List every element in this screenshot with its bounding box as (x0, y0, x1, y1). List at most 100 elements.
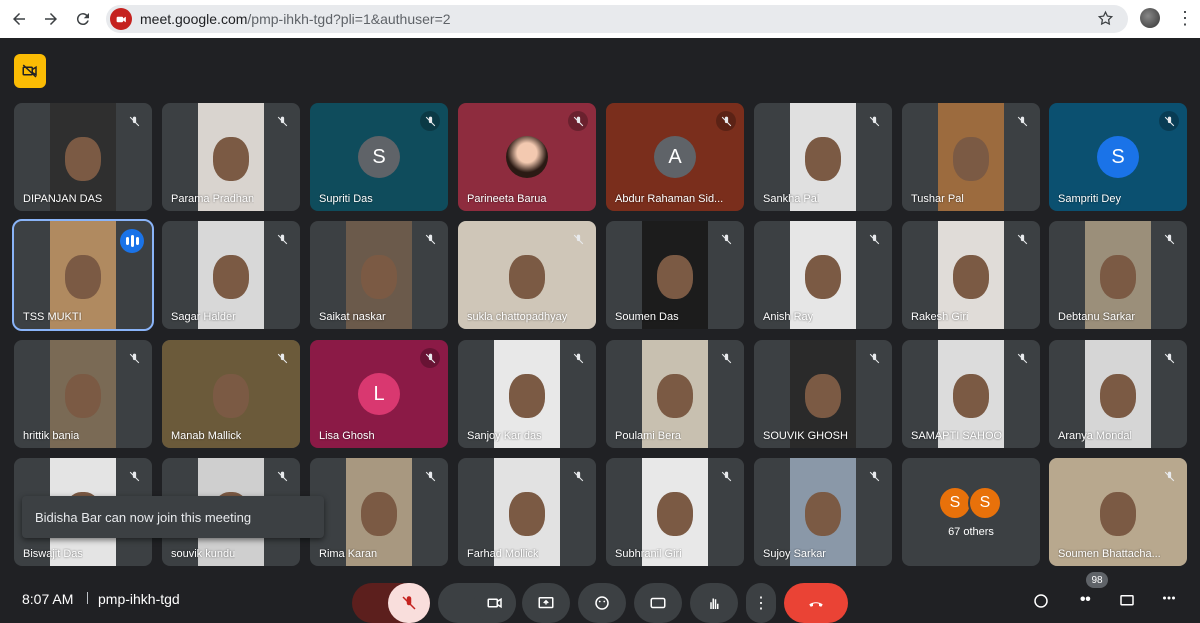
site-info-icon[interactable] (110, 8, 132, 30)
others-tile[interactable]: S S 67 others (902, 458, 1040, 566)
participant-avatar: L (358, 373, 400, 415)
participant-face (953, 374, 989, 418)
forward-icon[interactable] (36, 4, 66, 34)
address-bar[interactable]: meet.google.com/pmp-ihkh-tgd?pli=1&authu… (106, 5, 1128, 33)
participant-tile[interactable]: hrittik bania (14, 340, 152, 448)
participant-tile[interactable]: Soumen Bhattacha... (1049, 458, 1187, 566)
participant-face (805, 255, 841, 299)
browser-menu-icon[interactable]: ⋮ (1176, 8, 1194, 28)
mic-muted-icon (1159, 229, 1179, 249)
mic-muted-icon (272, 111, 292, 131)
mic-muted-icon (420, 229, 440, 249)
end-call-button[interactable] (784, 583, 848, 623)
participant-name: Saikat naskar (319, 311, 386, 323)
participant-face (213, 137, 249, 181)
participant-tile[interactable]: Manab Mallick (162, 340, 300, 448)
participant-name: TSS MUKTI (23, 311, 82, 323)
participant-face (805, 374, 841, 418)
reactions-button[interactable] (578, 583, 626, 623)
mic-muted-icon (864, 348, 884, 368)
browser-toolbar: meet.google.com/pmp-ihkh-tgd?pli=1&authu… (0, 0, 1200, 38)
mic-muted-icon (1159, 111, 1179, 131)
participant-name: Soumen Das (615, 311, 679, 323)
participant-tile[interactable]: Parama Pradhan (162, 103, 300, 211)
participant-face (361, 255, 397, 299)
info-icon[interactable] (1032, 592, 1050, 615)
others-avatar: S (968, 486, 1002, 520)
participant-tile[interactable]: Rakesh Giri (902, 221, 1040, 329)
participant-tile[interactable]: DIPANJAN DAS (14, 103, 152, 211)
mic-off-icon[interactable] (388, 583, 430, 623)
participant-face (1100, 255, 1136, 299)
participant-face (361, 492, 397, 536)
participant-tile[interactable]: Subhranil Giri (606, 458, 744, 566)
mic-muted-icon (864, 466, 884, 486)
camera-off-indicator-icon[interactable] (14, 54, 46, 88)
mic-control-group[interactable] (352, 583, 430, 623)
participant-tile[interactable]: S Sampriti Dey (1049, 103, 1187, 211)
participant-name: Sanjoy Kar das (467, 430, 542, 442)
mic-muted-icon (124, 348, 144, 368)
participant-name: Farhad Mollick (467, 548, 539, 560)
meeting-code: pmp-ihkh-tgd (98, 591, 180, 607)
raise-hand-button[interactable] (690, 583, 738, 623)
back-icon[interactable] (4, 4, 34, 34)
camera-icon[interactable] (474, 583, 516, 623)
more-options-button[interactable]: ⋮ (746, 583, 776, 623)
participant-tile[interactable]: Rima Karan (310, 458, 448, 566)
participant-name: sukla chattopadhyay (467, 311, 568, 323)
participant-tile[interactable]: Sujoy Sarkar (754, 458, 892, 566)
mic-muted-icon (272, 466, 292, 486)
activities-icon[interactable] (1160, 592, 1178, 615)
others-count-label: 67 others (948, 526, 994, 538)
participant-tile[interactable]: Sagar Halder (162, 221, 300, 329)
meet-stage: DIPANJAN DAS Parama Pradhan S Supriti Das Pa… (0, 38, 1200, 623)
participant-name: Sankha Pal (763, 193, 820, 205)
participant-face (509, 374, 545, 418)
mic-muted-icon (124, 466, 144, 486)
participant-tile[interactable]: Parineeta Barua (458, 103, 596, 211)
participant-tile[interactable]: Debtanu Sarkar (1049, 221, 1187, 329)
participant-tile[interactable]: S Supriti Das (310, 103, 448, 211)
speaking-indicator-icon (120, 229, 144, 253)
profile-avatar[interactable] (1140, 8, 1160, 28)
mic-muted-icon (716, 229, 736, 249)
participant-tile[interactable]: Farhad Mollick (458, 458, 596, 566)
participant-tile[interactable]: SOUVIK GHOSH (754, 340, 892, 448)
participant-tile[interactable]: SAMAPTI SAHOO (902, 340, 1040, 448)
participant-name: Abdur Rahaman Sid... (615, 193, 724, 205)
participant-face (65, 374, 101, 418)
participant-tile[interactable]: Saikat naskar (310, 221, 448, 329)
participant-avatar: A (654, 136, 696, 178)
participant-tile[interactable]: TSS MUKTI (12, 219, 154, 331)
participant-tile[interactable]: Sanjoy Kar das (458, 340, 596, 448)
chat-icon[interactable] (1118, 592, 1136, 615)
people-icon[interactable] (1076, 592, 1094, 615)
mic-muted-icon (1012, 111, 1032, 131)
participant-tile[interactable]: Soumen Das (606, 221, 744, 329)
participant-tile[interactable]: sukla chattopadhyay (458, 221, 596, 329)
reload-icon[interactable] (68, 4, 98, 34)
mic-muted-icon (568, 111, 588, 131)
participant-face (805, 492, 841, 536)
participant-tile[interactable]: A Abdur Rahaman Sid... (606, 103, 744, 211)
participant-tile[interactable]: L Lisa Ghosh (310, 340, 448, 448)
participant-tile[interactable]: Aranya Mondal (1049, 340, 1187, 448)
participant-tile[interactable]: Sankha Pal (754, 103, 892, 211)
participant-name: Aranya Mondal (1058, 430, 1132, 442)
mic-muted-icon (124, 111, 144, 131)
participant-name: Sampriti Dey (1058, 193, 1121, 205)
toast-notification: Bidisha Bar can now join this meeting (22, 496, 324, 538)
present-screen-button[interactable] (522, 583, 570, 623)
camera-control-group[interactable] (438, 583, 516, 623)
captions-button[interactable] (634, 583, 682, 623)
participant-name: DIPANJAN DAS (23, 193, 103, 205)
bookmark-star-icon[interactable] (1097, 10, 1114, 32)
mic-muted-icon (420, 111, 440, 131)
participant-tile[interactable]: Poulami Bera (606, 340, 744, 448)
participant-tile[interactable]: Tushar Pal (902, 103, 1040, 211)
participant-tile[interactable]: Anish Ray (754, 221, 892, 329)
participant-name: Sagar Halder (171, 311, 236, 323)
participant-name: hrittik bania (23, 430, 80, 442)
mic-muted-icon (716, 111, 736, 131)
